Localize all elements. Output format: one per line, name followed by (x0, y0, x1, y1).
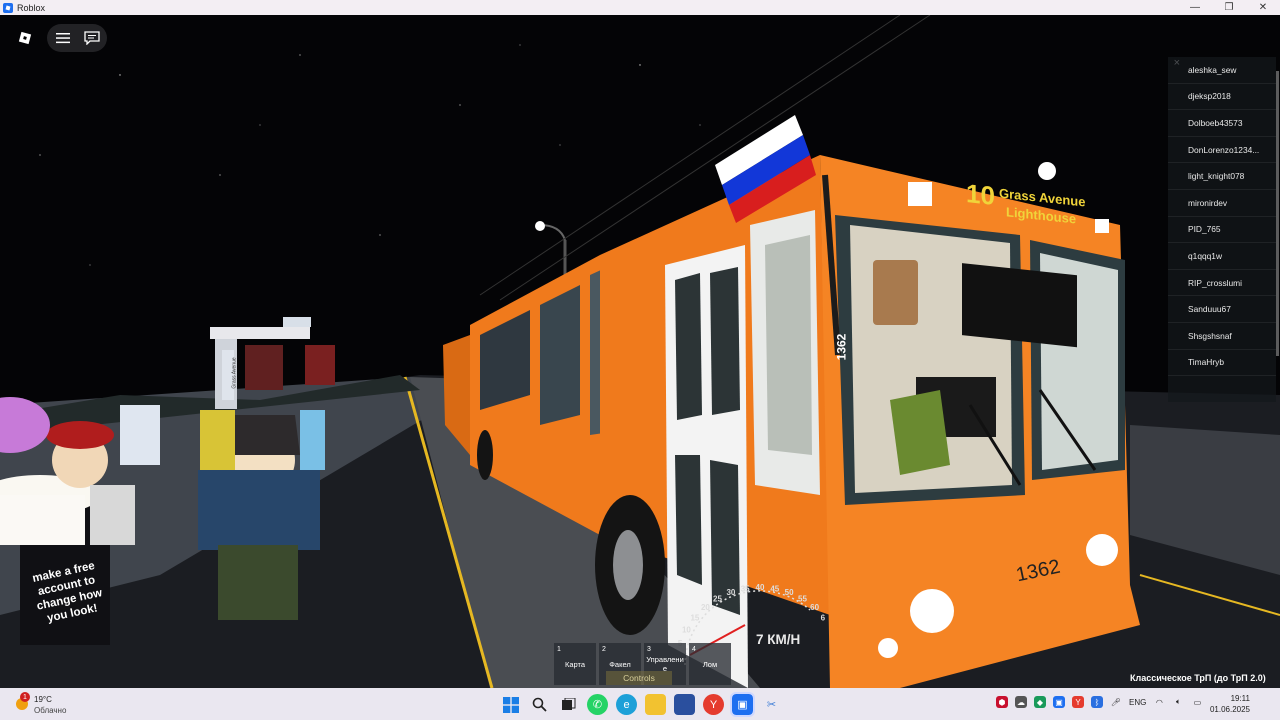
speedometer-tick-label: 40 (756, 583, 765, 592)
start-windows-icon[interactable] (500, 694, 521, 715)
game-viewport[interactable]: 10 Grass Avenue Lighthouse 1362 1362 mak… (0, 15, 1280, 688)
clock-time: 19:11 (1230, 694, 1250, 703)
minimize-button[interactable]: — (1178, 0, 1212, 15)
yandex-tray-icon[interactable]: Y (1072, 696, 1084, 708)
snipping-tool-icon[interactable]: ✂ (761, 694, 782, 715)
route-name-label: Классическое ТрП (до ТрП 2.0) (1130, 673, 1266, 683)
slot-number: 2 (602, 646, 606, 653)
bus-stop-sign: Grass Avenue (231, 357, 238, 389)
speedometer-tick-label: 50 (785, 588, 794, 597)
volume-icon[interactable]: 🔈︎ (1172, 696, 1184, 708)
player-row[interactable]: TimaHryb (1168, 350, 1276, 377)
antivirus-tray-icon[interactable]: ⬢ (996, 696, 1008, 708)
fleet-number-side: 1362 (834, 333, 849, 361)
speed-readout: 7 КМ/Н (756, 632, 801, 647)
roblox-taskbar-icon[interactable]: ▣ (730, 692, 755, 717)
player-row[interactable]: PID_765 (1168, 217, 1276, 244)
controls-button[interactable]: Controls (606, 671, 672, 685)
route-number: 10 (966, 178, 995, 212)
roblox-logo-icon (18, 31, 32, 45)
speedometer-tick-label: 15 (690, 613, 699, 622)
hamburger-menu-button[interactable] (52, 27, 74, 49)
hamburger-icon (56, 33, 70, 44)
window-title: Roblox (17, 2, 46, 13)
player-row[interactable]: aleshka_sew (1168, 57, 1276, 84)
slot-label: Карта (564, 659, 586, 669)
bluetooth-icon[interactable]: ᛒ (1091, 696, 1103, 708)
close-button[interactable]: ✕ (1246, 0, 1280, 15)
speedometer-tick-label: 65 (821, 613, 825, 622)
hotbar-slot-map[interactable]: 1 Карта (554, 643, 596, 685)
player-row[interactable]: mironirdev (1168, 190, 1276, 217)
speedometer-tick-label: 45 (770, 584, 779, 593)
input-language[interactable]: ENG (1129, 698, 1146, 707)
player-row[interactable]: Dolboeb43573 (1168, 110, 1276, 137)
maximize-button[interactable]: ❐ (1212, 0, 1246, 15)
yandex-browser-icon[interactable]: Y (703, 694, 724, 715)
network-app-tray-icon[interactable]: ◆ (1034, 696, 1046, 708)
player-row[interactable]: DonLorenzo1234... (1168, 137, 1276, 164)
weather-condition: Облачно (34, 706, 67, 715)
chat-icon (84, 31, 100, 45)
file-explorer-icon[interactable] (645, 694, 666, 715)
roblox-tray-icon[interactable]: ▣ (1053, 696, 1065, 708)
system-tray: ⬢ ☁ ◆ ▣ Y ᛒ 🎤︎ ENG ◠ 🔈︎ ▭ (996, 696, 1203, 708)
slot-number: 3 (647, 646, 651, 653)
taskbar-clock[interactable]: 19:11 01.06.2025 (1210, 693, 1250, 715)
wifi-icon[interactable]: ◠ (1153, 696, 1165, 708)
player-row[interactable]: Sanduuu67 (1168, 296, 1276, 323)
weather-temperature: 19°C (34, 695, 52, 704)
slot-label: Факел (609, 659, 631, 669)
microphone-icon[interactable]: 🎤︎ (1110, 696, 1122, 708)
search-icon[interactable] (529, 694, 550, 715)
player-row[interactable]: light_knight078 (1168, 163, 1276, 190)
slot-number: 1 (557, 646, 561, 653)
battery-icon[interactable]: ▭ (1191, 696, 1203, 708)
slot-label: Лом (702, 659, 718, 669)
window-title-bar: Roblox — ❐ ✕ (0, 0, 1280, 15)
speedometer-tick-label: 25 (713, 594, 722, 603)
store-icon[interactable] (674, 694, 695, 715)
edge-browser-icon[interactable]: e (616, 694, 637, 715)
player-row[interactable]: Shsgshsnaf (1168, 323, 1276, 350)
task-view-icon[interactable] (558, 694, 579, 715)
player-row[interactable]: RIP_crosslumi (1168, 270, 1276, 297)
speedometer-tick-label: 10 (682, 626, 691, 635)
cloud-tray-icon[interactable]: ☁ (1015, 696, 1027, 708)
speedometer-tick-label: 20 (701, 603, 710, 612)
chat-button[interactable] (81, 27, 103, 49)
playerlist-scrollbar[interactable] (1276, 71, 1279, 356)
roblox-menu-button[interactable] (14, 27, 36, 49)
roblox-app-icon (3, 2, 13, 13)
player-row[interactable]: djeksp2018 (1168, 84, 1276, 111)
player-row[interactable]: q1qqq1w (1168, 243, 1276, 270)
speedometer-tick-label: 55 (798, 594, 807, 603)
speedometer-tick-label: 35 (741, 584, 750, 593)
taskbar-pinned-apps: ✆ e Y ▣ ✂ (500, 692, 782, 717)
clock-date: 01.06.2025 (1209, 705, 1250, 714)
player-list: aleshka_sew djeksp2018 Dolboeb43573 DonL… (1168, 57, 1279, 402)
slot-number: 4 (692, 646, 696, 653)
game-scene (0, 15, 1280, 688)
weather-alert-badge: 1 (20, 692, 30, 702)
speedometer-tick-label: 60 (810, 603, 819, 612)
whatsapp-icon[interactable]: ✆ (587, 694, 608, 715)
windows-taskbar: 1 19°C Облачно ✆ e Y ▣ ✂ ⬢ ☁ ◆ ▣ Y ᛒ 🎤︎ … (0, 688, 1280, 720)
speedometer-tick-label: 30 (726, 588, 735, 597)
hotbar-slot-crowbar[interactable]: 4 Лом (689, 643, 731, 685)
